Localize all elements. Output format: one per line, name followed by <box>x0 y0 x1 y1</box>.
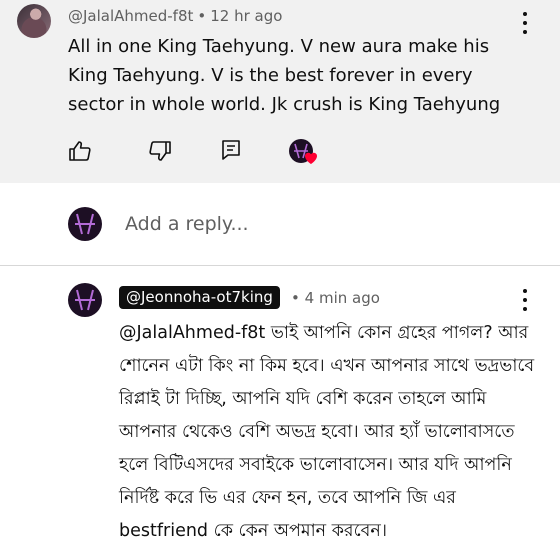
reply-author-avatar[interactable] <box>68 283 102 317</box>
reply-more-options-icon[interactable] <box>519 289 531 311</box>
heart-icon <box>305 152 317 164</box>
reply-author-chip[interactable]: @Jeonnoha-ot7king <box>119 286 280 309</box>
bts-logo-icon <box>75 289 95 311</box>
thumbs-down-icon[interactable] <box>148 140 172 162</box>
current-user-avatar <box>68 207 102 241</box>
meta-separator: • <box>197 7 207 25</box>
thumbs-up-icon[interactable] <box>68 140 92 162</box>
top-comment: @JalalAhmed-f8t • 12 hr ago All in one Kin… <box>0 0 560 183</box>
comment-reply-icon[interactable] <box>221 139 241 161</box>
meta-separator: • <box>291 289 300 307</box>
comment-text: All in one King Taehyung. V new aura mak… <box>68 36 501 115</box>
comment-time: 12 hr ago <box>210 7 283 25</box>
add-reply-input[interactable]: Add a reply... <box>125 213 249 235</box>
reply-divider <box>0 265 560 266</box>
bts-logo-icon <box>75 213 95 235</box>
comment-meta: @JalalAhmed-f8t • 12 hr ago <box>68 7 282 25</box>
reply-meta: • 4 min ago <box>291 289 380 307</box>
reply-time: 4 min ago <box>304 289 380 307</box>
more-options-icon[interactable] <box>519 12 531 34</box>
commenter-avatar[interactable] <box>17 4 51 38</box>
comment-author[interactable]: @JalalAhmed-f8t <box>68 7 193 25</box>
reply-text: @JalalAhmed-f8t ভাই আপনি কোন গ্রহের পাগল… <box>119 323 535 541</box>
